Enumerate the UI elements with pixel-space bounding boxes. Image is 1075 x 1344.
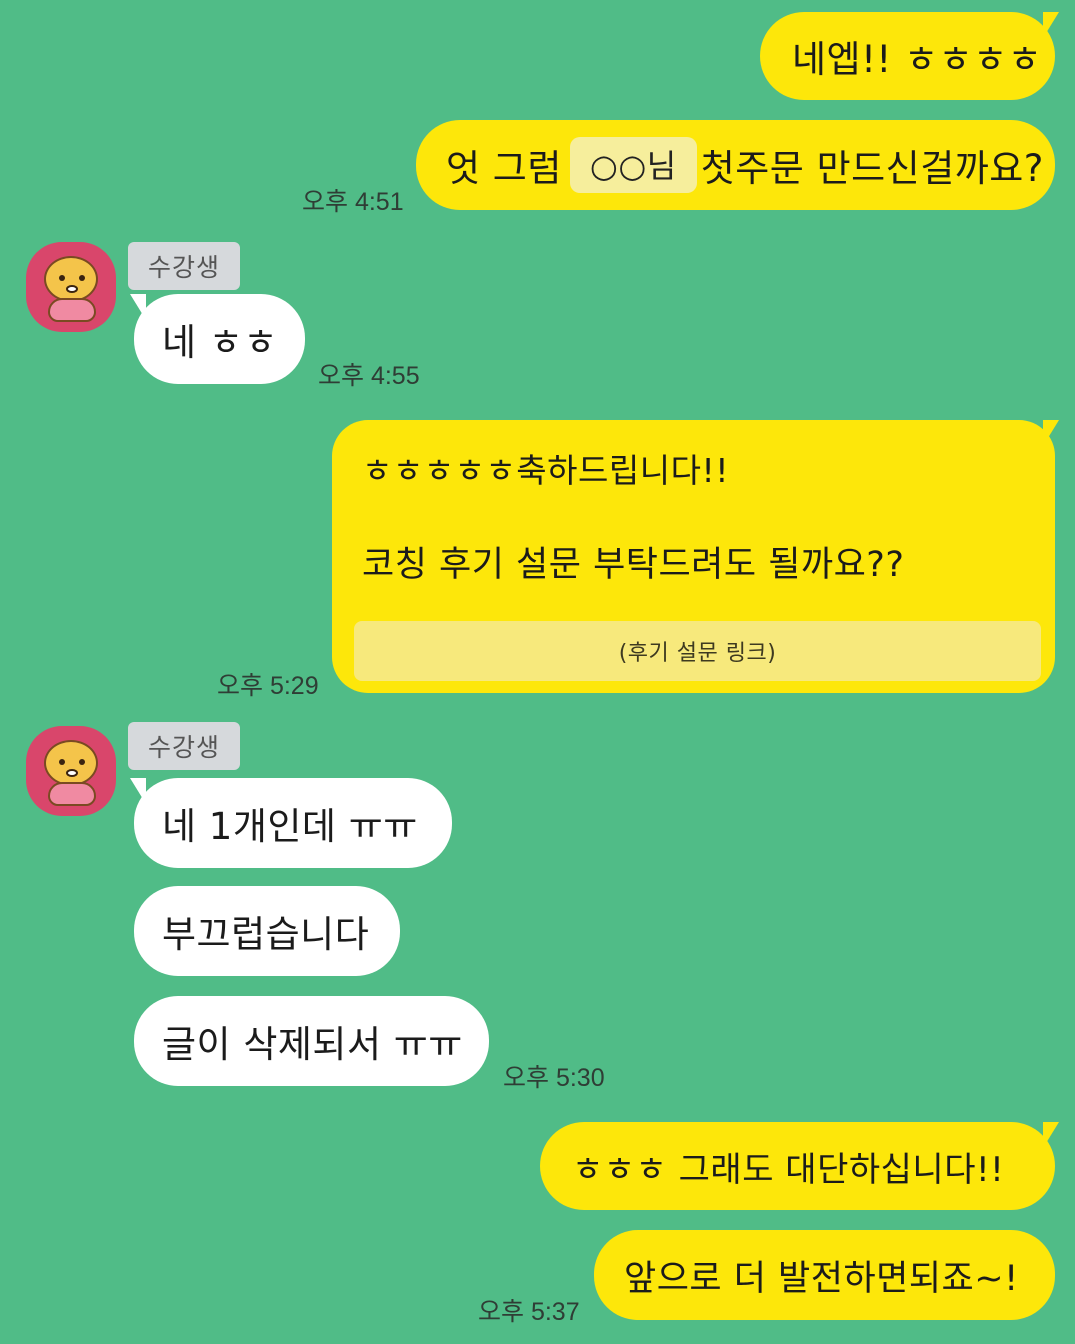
character-avatar-icon xyxy=(44,256,98,302)
my-message-bubble[interactable]: 엇 그럼 ○○님 첫주문 만드신걸까요? xyxy=(416,120,1055,210)
their-message-bubble[interactable]: 글이 삭제되서 ㅠㅠ xyxy=(134,996,489,1086)
redacted-name: ○○님 xyxy=(569,137,697,193)
their-message-bubble[interactable]: 부끄럽습니다 xyxy=(134,886,400,976)
my-message-bubble[interactable]: 네엡!! ㅎㅎㅎㅎ xyxy=(760,12,1059,100)
sender-name: 수강생 xyxy=(128,722,240,770)
my-message-bubble[interactable]: 앞으로 더 발전하면되죠~! xyxy=(594,1230,1055,1320)
message-text: 네 1개인데 ㅠㅠ xyxy=(162,805,418,848)
link-text: (후기 설문 링크) xyxy=(618,641,777,666)
message-text: 네엡!! ㅎㅎㅎㅎ xyxy=(792,38,1043,81)
message-text: 첫주문 만드신걸까요? xyxy=(700,147,1044,190)
message-timestamp: 오후 5:30 xyxy=(503,1064,605,1092)
message-text: ㅎㅎㅎㅎㅎ축하드립니다!! xyxy=(362,451,729,490)
their-message-bubble[interactable]: 네 1개인데 ㅠㅠ xyxy=(130,778,452,868)
my-message-bubble[interactable]: ㅎㅎㅎㅎㅎ축하드립니다!! 코칭 후기 설문 부탁드려도 될까요?? (후기 설… xyxy=(332,420,1059,693)
my-message-bubble[interactable]: ㅎㅎㅎ 그래도 대단하십니다!! xyxy=(540,1122,1059,1210)
message-text: 부끄럽습니다 xyxy=(162,913,370,956)
message-text: 앞으로 더 발전하면되죠~! xyxy=(624,1258,1019,1299)
sender-avatar[interactable] xyxy=(26,726,116,816)
their-message-bubble[interactable]: 네 ㅎㅎ xyxy=(130,294,305,384)
sender-avatar[interactable] xyxy=(26,242,116,332)
message-text: 네 ㅎㅎ xyxy=(162,321,278,364)
message-text: 코칭 후기 설문 부탁드려도 될까요?? xyxy=(362,545,905,585)
survey-link-preview[interactable]: (후기 설문 링크) xyxy=(354,621,1041,681)
message-timestamp: 오후 4:55 xyxy=(318,362,420,390)
message-timestamp: 오후 4:51 xyxy=(302,188,404,216)
message-text: ㅎㅎㅎ 그래도 대단하십니다!! xyxy=(572,1149,1005,1190)
message-text: 엇 그럼 xyxy=(446,147,562,190)
character-avatar-icon xyxy=(44,740,98,786)
sender-name: 수강생 xyxy=(128,242,240,290)
message-text: 글이 삭제되서 ㅠㅠ xyxy=(162,1023,463,1066)
message-timestamp: 오후 5:29 xyxy=(217,672,319,700)
message-timestamp: 오후 5:37 xyxy=(478,1298,580,1326)
